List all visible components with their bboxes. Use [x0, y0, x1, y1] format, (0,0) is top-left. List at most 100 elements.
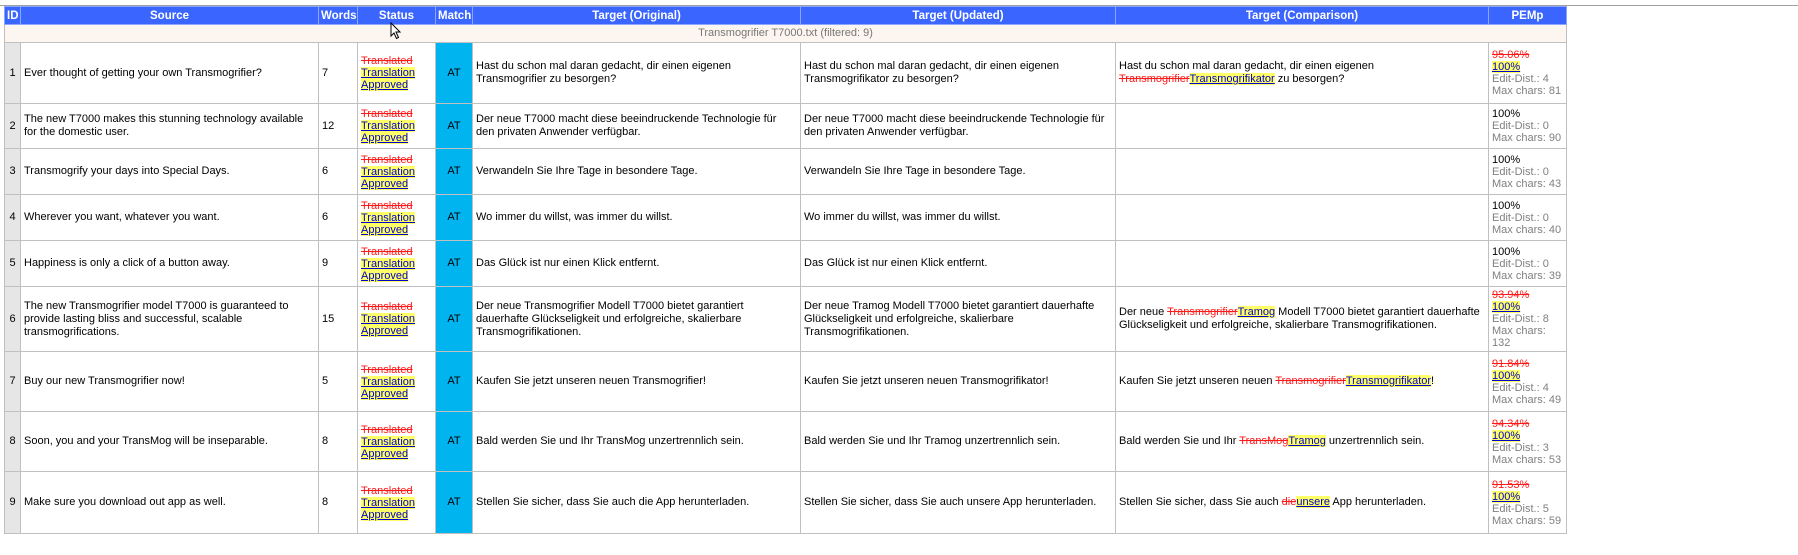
table-row[interactable]: 9 Make sure you download out app as well.… [4, 471, 1567, 534]
max-chars-label: Max chars: [1492, 325, 1546, 337]
pemp-new-score[interactable]: 100% [1492, 61, 1521, 73]
status-new-translation-link[interactable]: Translation [361, 120, 416, 132]
comparison-inserted-text[interactable]: Tramog [1237, 306, 1276, 318]
target-updated-cell[interactable]: Kaufen Sie jetzt unseren neuen Transmogr… [800, 351, 1116, 412]
target-original-cell[interactable]: Das Glück ist nur einen Klick entfernt. [472, 240, 801, 287]
table-row[interactable]: 8 Soon, you and your TransMog will be ins… [4, 411, 1567, 472]
status-new-translation-link[interactable]: Translation [361, 435, 416, 448]
pemp-old-score: 91.84% [1492, 357, 1530, 370]
table-row[interactable]: 3 Transmogrify your days into Special Day… [4, 148, 1567, 195]
status-new-translation-link[interactable]: Translation [361, 165, 416, 178]
comparison-inserted-text[interactable]: Tramog [1288, 435, 1326, 447]
pemp-new-score[interactable]: 100% [1492, 490, 1521, 503]
comparison-deleted-text: Transmogrifier [1275, 375, 1346, 387]
status-new-translation-link[interactable]: Translation [361, 496, 416, 509]
table-row[interactable]: 7 Buy our new Transmogrifier now! 5 Transla… [4, 351, 1567, 412]
target-updated-cell[interactable]: Der neue T7000 macht diese beeindruckend… [800, 103, 1116, 149]
table-row[interactable]: 4 Wherever you want, whatever you want. 6 T… [4, 194, 1567, 241]
column-header-status[interactable]: Status [357, 6, 436, 25]
pemp-max-chars: Max chars: 43 [1492, 178, 1563, 190]
status-new-translation-link[interactable]: Translation [361, 257, 416, 270]
status-old-translated: Translated [361, 301, 413, 313]
column-header-id[interactable]: ID [4, 6, 21, 25]
target-updated-cell[interactable]: Bald werden Sie und Ihr Tramog unzertren… [800, 411, 1116, 472]
comparison-inserted-text[interactable]: unsere [1296, 496, 1330, 508]
status-new-approved-link[interactable]: Approved [361, 447, 409, 460]
target-original-cell[interactable]: Der neue Transmogrifier Modell T7000 bie… [472, 286, 801, 352]
max-chars-value: 90 [1548, 132, 1562, 144]
status-new-approved-link[interactable]: Approved [361, 269, 409, 282]
match-type-cell: AT [435, 411, 473, 472]
target-updated-cell[interactable]: Verwandeln Sie Ihre Tage in besondere Ta… [800, 148, 1116, 195]
word-count-cell: 6 [318, 148, 358, 195]
status-new-approved-link[interactable]: Approved [361, 508, 409, 521]
pemp-cell: 100% Edit-Dist.: 0 Max chars: 90 [1488, 103, 1567, 149]
status-new-line: Approved [361, 325, 432, 337]
source-text-cell[interactable]: Make sure you download out app as well. [20, 471, 319, 534]
status-new-approved-link[interactable]: Approved [361, 177, 409, 190]
table-row[interactable]: 5 Happiness is only a click of a button a… [4, 240, 1567, 287]
column-header-source[interactable]: Source [20, 6, 319, 25]
pemp-cell: 100% Edit-Dist.: 0 Max chars: 39 [1488, 240, 1567, 287]
target-original-cell[interactable]: Kaufen Sie jetzt unseren neuen Transmogr… [472, 351, 801, 412]
source-text-cell[interactable]: Happiness is only a click of a button aw… [20, 240, 319, 287]
status-new-approved-link[interactable]: Approved [361, 325, 409, 337]
target-original-cell[interactable]: Bald werden Sie und Ihr TransMog unzertr… [472, 411, 801, 472]
max-chars-label: Max chars: [1492, 132, 1546, 144]
source-text-cell[interactable]: Transmogrify your days into Special Days… [20, 148, 319, 195]
target-original-cell[interactable]: Wo immer du willst, was immer du willst. [472, 194, 801, 241]
status-new-translation-link[interactable]: Translation [361, 375, 416, 388]
pemp-new-score[interactable]: 100% [1492, 301, 1521, 313]
status-new-translation-link[interactable]: Translation [361, 313, 416, 325]
status-new-approved-link[interactable]: Approved [361, 132, 409, 144]
source-text-cell[interactable]: The new Transmogrifier model T7000 is gu… [20, 286, 319, 352]
comparison-inserted-text[interactable]: Transmogrifikator [1345, 375, 1432, 387]
target-original-cell[interactable]: Stellen Sie sicher, dass Sie auch die Ap… [472, 471, 801, 534]
target-updated-cell[interactable]: Der neue Tramog Modell T7000 bietet gara… [800, 286, 1116, 352]
table-row[interactable]: 6 The new Transmogrifier model T7000 is g… [4, 286, 1567, 352]
column-header-pemp[interactable]: PEMp [1488, 6, 1567, 25]
status-new-approved-link[interactable]: Approved [361, 387, 409, 400]
status-new-approved-link[interactable]: Approved [361, 79, 409, 91]
status-cell: Translated Translation Approved [357, 286, 436, 352]
edit-distance-value: 0 [1542, 165, 1549, 178]
target-original-cell[interactable]: Hast du schon mal daran gedacht, dir ein… [472, 42, 801, 104]
target-original-cell[interactable]: Der neue T7000 macht diese beeindruckend… [472, 103, 801, 149]
max-chars-value: 81 [1548, 85, 1562, 97]
column-header-target-original[interactable]: Target (Original) [472, 6, 801, 25]
word-count-cell: 5 [318, 351, 358, 412]
pemp-new-score[interactable]: 100% [1492, 429, 1521, 442]
comparison-prefix: Stellen Sie sicher, dass Sie auch [1119, 496, 1282, 508]
table-row[interactable]: 1 Ever thought of getting your own Transm… [4, 42, 1567, 104]
status-new-line: Translation [361, 496, 432, 509]
status-new-line: Translation [361, 375, 432, 388]
status-new-translation-link[interactable]: Translation [361, 67, 416, 79]
source-text-cell[interactable]: Wherever you want, whatever you want. [20, 194, 319, 241]
pemp-edit-distance: Edit-Dist.: 0 [1492, 212, 1563, 224]
target-updated-cell[interactable]: Das Glück ist nur einen Klick entfernt. [800, 240, 1116, 287]
status-old-translated: Translated [361, 423, 413, 436]
target-updated-cell[interactable]: Hast du schon mal daran gedacht, dir ein… [800, 42, 1116, 104]
source-text-cell[interactable]: Soon, you and your TransMog will be inse… [20, 411, 319, 472]
target-original-cell[interactable]: Verwandeln Sie Ihre Tage in besondere Ta… [472, 148, 801, 195]
source-text-cell[interactable]: The new T7000 makes this stunning techno… [20, 103, 319, 149]
edit-distance-label: Edit-Dist.: [1492, 313, 1540, 325]
source-text-cell[interactable]: Buy our new Transmogrifier now! [20, 351, 319, 412]
max-chars-value: 59 [1548, 514, 1562, 527]
column-header-target-comparison[interactable]: Target (Comparison) [1115, 6, 1489, 25]
column-header-target-updated[interactable]: Target (Updated) [800, 6, 1116, 25]
column-header-match[interactable]: Match [435, 6, 473, 25]
match-type-cell: AT [435, 148, 473, 195]
comparison-prefix: Kaufen Sie jetzt unseren neuen [1119, 375, 1276, 387]
status-new-translation-link[interactable]: Translation [361, 211, 416, 224]
table-row[interactable]: 2 The new T7000 makes this stunning techn… [4, 103, 1567, 149]
target-updated-cell[interactable]: Wo immer du willst, was immer du willst. [800, 194, 1116, 241]
pemp-new-score[interactable]: 100% [1492, 369, 1521, 382]
status-new-approved-link[interactable]: Approved [361, 223, 409, 236]
column-header-words[interactable]: Words [318, 6, 358, 25]
source-text-cell[interactable]: Ever thought of getting your own Transmo… [20, 42, 319, 104]
pemp-max-chars: Max chars: 53 [1492, 454, 1563, 466]
target-updated-cell[interactable]: Stellen Sie sicher, dass Sie auch unsere… [800, 471, 1116, 534]
comparison-deleted-text: Transmogrifier [1167, 306, 1238, 318]
comparison-inserted-text[interactable]: Transmogrifikator [1189, 73, 1275, 85]
